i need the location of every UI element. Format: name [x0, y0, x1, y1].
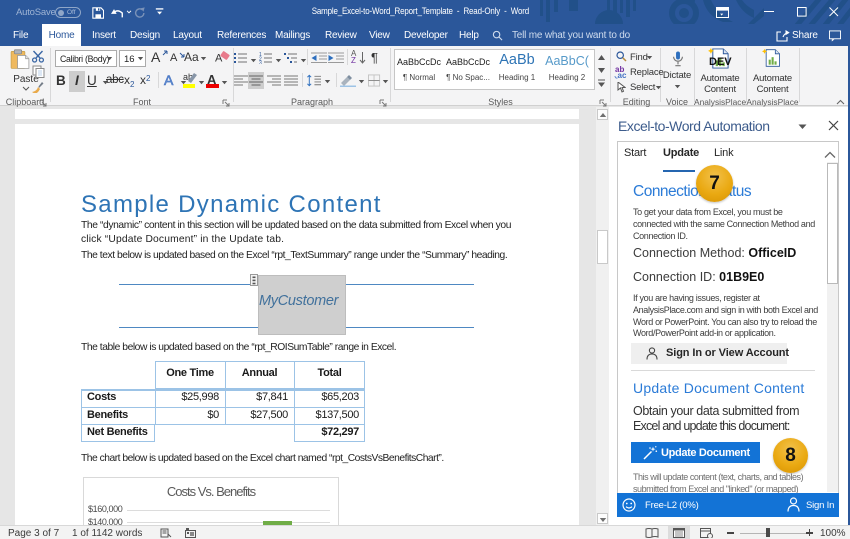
svg-text:3: 3	[259, 61, 262, 65]
svg-text:ac: ac	[618, 71, 627, 79]
